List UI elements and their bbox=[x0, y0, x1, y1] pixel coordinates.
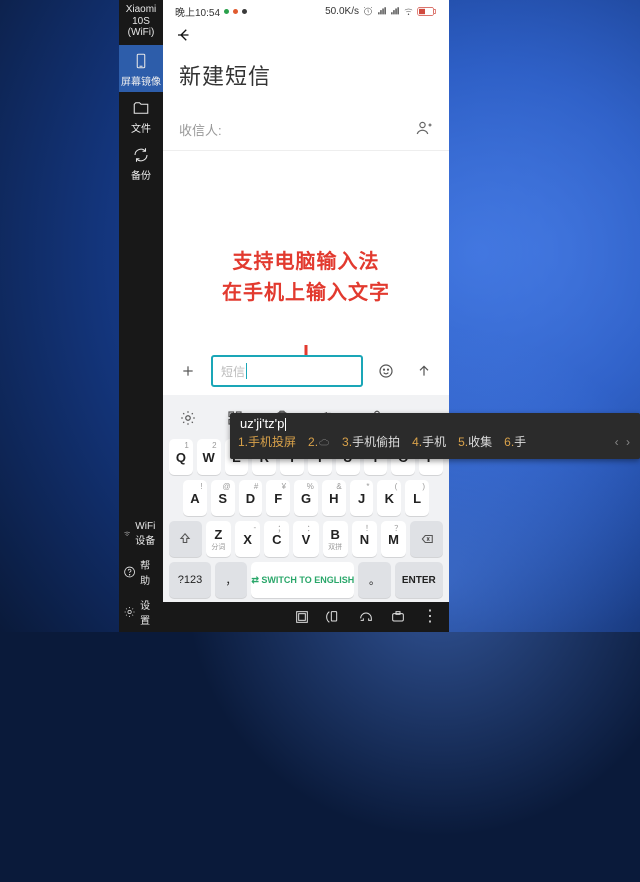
key-g[interactable]: G% bbox=[294, 480, 318, 516]
settings-label: 设置 bbox=[140, 597, 159, 627]
key-h[interactable]: H& bbox=[322, 480, 346, 516]
device-name: Xiaomi 10S (WiFi) bbox=[119, 0, 163, 45]
ime-composition: uz'ji'tz'p bbox=[230, 413, 640, 431]
mirror-app-window: Xiaomi 10S (WiFi) 屏幕镜像 文件 备份 WiFi设备 帮助 设… bbox=[119, 0, 449, 632]
phone-column: 晚上10:54 50.0K/s 新建短信 收信人 bbox=[163, 0, 449, 632]
key-backspace[interactable] bbox=[410, 521, 443, 557]
key-v[interactable]: V： bbox=[293, 521, 318, 557]
key-d[interactable]: D# bbox=[239, 480, 263, 516]
ime-candidate[interactable]: 3.手机偷拍 bbox=[342, 433, 400, 450]
gear-icon bbox=[123, 605, 136, 619]
ctrl-fullscreen-icon[interactable] bbox=[291, 606, 313, 628]
key-space[interactable]: ⇄ SWITCH TO ENGLISH bbox=[251, 562, 354, 598]
key-l[interactable]: L) bbox=[405, 480, 429, 516]
key-j[interactable]: J* bbox=[350, 480, 374, 516]
key-m[interactable]: M？ bbox=[381, 521, 406, 557]
sidebar-item-mirror[interactable]: 屏幕镜像 bbox=[119, 45, 163, 92]
folder-icon bbox=[131, 98, 151, 118]
battery-icon bbox=[417, 6, 437, 17]
sidebar-help[interactable]: 帮助 bbox=[119, 552, 163, 592]
message-input[interactable]: 短信 bbox=[211, 355, 363, 387]
back-button[interactable] bbox=[175, 31, 193, 48]
ime-candidate[interactable]: 5.收集 bbox=[458, 433, 492, 450]
alarm-icon bbox=[362, 5, 374, 17]
ime-candidate[interactable]: 1.手机投屏 bbox=[238, 433, 296, 450]
device-name-line1: Xiaomi bbox=[119, 4, 163, 16]
key-q[interactable]: Q1 bbox=[169, 439, 193, 475]
key-n[interactable]: N！ bbox=[352, 521, 377, 557]
annotation-line1: 支持电脑输入法 bbox=[163, 247, 449, 278]
wifi-label: WiFi设备 bbox=[135, 521, 159, 547]
ime-candidate-bar[interactable]: uz'ji'tz'p 1.手机投屏 2. 3.手机偷拍 4.手机 5.收集 6.手 ‹ › bbox=[230, 413, 640, 459]
key-period[interactable]: 。 bbox=[358, 562, 390, 598]
ctrl-rotate-icon[interactable] bbox=[323, 606, 345, 628]
ctrl-more-button[interactable]: ⋮ bbox=[419, 606, 441, 628]
phone-statusbar: 晚上10:54 50.0K/s bbox=[163, 0, 449, 22]
phone-screen: 晚上10:54 50.0K/s 新建短信 收信人 bbox=[163, 0, 449, 602]
ctrl-audio-icon[interactable] bbox=[355, 606, 377, 628]
key-b[interactable]: B双拼 bbox=[323, 521, 348, 557]
mirror-controlbar: ⋮ bbox=[163, 602, 449, 632]
key-k[interactable]: K( bbox=[377, 480, 401, 516]
signal-icon bbox=[377, 6, 387, 16]
key-comma[interactable]: ， bbox=[215, 562, 247, 598]
key-z[interactable]: Z分词 bbox=[206, 521, 231, 557]
help-label: 帮助 bbox=[140, 557, 159, 587]
key-x[interactable]: X- bbox=[235, 521, 260, 557]
emoji-button[interactable] bbox=[371, 356, 401, 386]
refresh-icon bbox=[131, 145, 151, 165]
ime-candidate[interactable]: 6.手 bbox=[504, 433, 526, 450]
sidebar-wifi-devices[interactable]: WiFi设备 bbox=[119, 516, 163, 552]
device-name-line2: 10S (WiFi) bbox=[119, 16, 163, 39]
status-dot bbox=[233, 9, 238, 14]
key-c[interactable]: C； bbox=[264, 521, 289, 557]
annotation-line2: 在手机上输入文字 bbox=[163, 278, 449, 309]
status-dot bbox=[242, 9, 247, 14]
ime-candidate[interactable]: 4.手机 bbox=[412, 433, 446, 450]
key-symbols[interactable]: ?123 bbox=[169, 562, 211, 598]
send-button[interactable] bbox=[409, 356, 439, 386]
back-row bbox=[163, 22, 449, 49]
message-body: 支持电脑输入法 在手机上输入文字 短信 bbox=[163, 151, 449, 395]
status-time: 晚上10:54 bbox=[175, 4, 220, 19]
phone-icon bbox=[131, 51, 151, 71]
compose-row: 短信 bbox=[163, 355, 449, 387]
recipient-label: 收信人: bbox=[179, 120, 222, 139]
annotation-text: 支持电脑输入法 在手机上输入文字 bbox=[163, 247, 449, 309]
recipient-row[interactable]: 收信人: bbox=[163, 109, 449, 151]
wifi-icon bbox=[123, 527, 131, 541]
key-s[interactable]: S@ bbox=[211, 480, 235, 516]
wifi-status-icon bbox=[403, 6, 414, 17]
app-sidebar: Xiaomi 10S (WiFi) 屏幕镜像 文件 备份 WiFi设备 帮助 设… bbox=[119, 0, 163, 632]
page-title: 新建短信 bbox=[163, 49, 449, 109]
key-a[interactable]: A! bbox=[183, 480, 207, 516]
kbd-settings-icon[interactable] bbox=[173, 403, 203, 433]
add-contact-icon[interactable] bbox=[415, 119, 433, 140]
signal-icon bbox=[390, 6, 400, 16]
input-placeholder: 短信 bbox=[221, 363, 245, 380]
ctrl-screenshot-icon[interactable] bbox=[387, 606, 409, 628]
attach-button[interactable] bbox=[173, 356, 203, 386]
sidebar-item-backup[interactable]: 备份 bbox=[119, 139, 163, 186]
sidebar-label: 屏幕镜像 bbox=[121, 73, 161, 88]
status-netspeed: 50.0K/s bbox=[325, 6, 359, 17]
help-icon bbox=[123, 565, 136, 579]
sidebar-label: 文件 bbox=[131, 120, 151, 135]
sidebar-item-files[interactable]: 文件 bbox=[119, 92, 163, 139]
key-enter[interactable]: ENTER bbox=[395, 562, 443, 598]
ime-candidate[interactable]: 2. bbox=[308, 435, 330, 449]
key-shift[interactable] bbox=[169, 521, 202, 557]
status-dot bbox=[224, 9, 229, 14]
key-f[interactable]: F¥ bbox=[266, 480, 290, 516]
text-cursor bbox=[246, 363, 247, 379]
sidebar-settings[interactable]: 设置 bbox=[119, 592, 163, 632]
key-w[interactable]: W2 bbox=[197, 439, 221, 475]
ime-page-arrows[interactable]: ‹ › bbox=[615, 435, 632, 449]
sidebar-label: 备份 bbox=[131, 167, 151, 182]
